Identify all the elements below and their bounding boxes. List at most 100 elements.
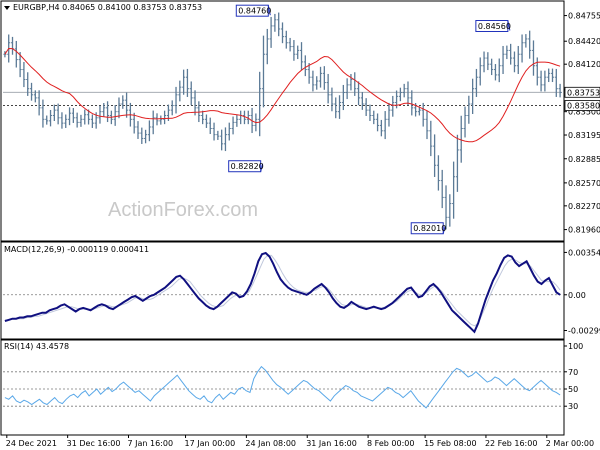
- annotation: 0.84560: [475, 20, 511, 33]
- price-bar: [121, 95, 125, 109]
- price-bar: [345, 78, 349, 100]
- price-bar: [547, 68, 551, 83]
- price-bar: [383, 111, 387, 140]
- price-bar: [239, 110, 243, 125]
- y-tick-label: 0.84755: [568, 12, 600, 21]
- rsi-header-text: RSI(14) 43.4578: [4, 342, 69, 351]
- rsi-y-tick-label: 50: [568, 385, 578, 394]
- price-bar: [535, 57, 539, 86]
- price-bar: [193, 90, 197, 116]
- price-bar: [341, 84, 345, 111]
- price-bar: [52, 104, 56, 122]
- price-bar: [189, 81, 193, 106]
- price-bar: [159, 115, 163, 125]
- price-bar: [265, 28, 269, 65]
- price-bar: [319, 66, 323, 88]
- macd-y-tick-label: 0.003548: [568, 248, 600, 257]
- price-bar: [429, 120, 433, 157]
- price-bar: [174, 86, 178, 114]
- price-layer: 0.84760 0.82820 0.84560 0.82010: [3, 4, 562, 235]
- price-bar: [406, 81, 410, 106]
- price-bar: [364, 98, 368, 116]
- price-bar: [98, 105, 102, 124]
- price-bar: [273, 13, 277, 32]
- macd-header-text: MACD(12,26,9) -0.000119 0.000411: [4, 245, 149, 254]
- price-bar: [455, 134, 459, 192]
- price-bar: [379, 119, 383, 137]
- x-tick-label: 8 Feb 00:00: [367, 439, 414, 448]
- price-bar: [440, 169, 444, 209]
- support-level-label: 0.83580: [567, 102, 600, 111]
- price-bar: [60, 112, 64, 129]
- y-tick-label: 0.84420: [568, 37, 600, 46]
- x-tick-label: 15 Feb 08:00: [424, 439, 476, 448]
- price-bar: [505, 45, 509, 60]
- price-bar: [448, 194, 452, 227]
- chart-canvas: ActionForex.com 0.847600.828200.845600.8…: [0, 0, 600, 448]
- price-bar: [554, 68, 558, 97]
- watermark: ActionForex.com: [108, 199, 258, 221]
- price-bar: [102, 103, 106, 117]
- x-tick-label: 24 Jan 08:00: [245, 439, 296, 448]
- price-bar: [471, 78, 475, 114]
- price-bar: [509, 43, 513, 65]
- price-bar: [558, 83, 562, 98]
- price-bar: [11, 36, 15, 55]
- price-bar: [288, 37, 292, 52]
- price-bar: [75, 112, 79, 128]
- price-bar: [528, 30, 532, 59]
- price-bar: [452, 161, 456, 219]
- price-bar: [410, 90, 414, 116]
- x-tick-label: 24 Dec 2021: [6, 439, 57, 448]
- y-tick-label: 0.84120: [568, 60, 600, 69]
- price-bar: [550, 68, 554, 83]
- price-bar: [357, 81, 361, 106]
- price-bar: [330, 87, 334, 112]
- price-bar: [223, 127, 227, 152]
- price-bar: [436, 155, 440, 191]
- price-bar: [520, 34, 524, 63]
- annotation: 0.82010: [410, 222, 446, 235]
- price-bar: [163, 110, 167, 125]
- price-bar: [49, 109, 53, 127]
- price-bar: [334, 97, 338, 119]
- price-bar: [185, 68, 189, 97]
- price-bar: [326, 73, 330, 104]
- price-bar: [292, 40, 296, 61]
- price-bar: [201, 110, 205, 125]
- price-bar: [322, 66, 326, 90]
- price-bar: [79, 114, 83, 127]
- price-bar: [311, 70, 315, 92]
- price-bar: [372, 110, 376, 125]
- price-bar: [524, 34, 528, 48]
- price-bar: [212, 122, 216, 141]
- x-tick-label: 31 Dec 16:00: [67, 439, 121, 448]
- price-bar: [269, 16, 273, 48]
- price-bar: [478, 57, 482, 86]
- price-bar: [493, 64, 497, 81]
- rsi-y-tick-label: 30: [568, 402, 578, 411]
- price-bar: [490, 58, 494, 76]
- price-bar: [376, 113, 380, 132]
- price-bar: [56, 103, 60, 125]
- price-bar: [83, 109, 87, 125]
- price-bar: [467, 95, 471, 124]
- annotation: 0.82820: [228, 160, 264, 173]
- price-bar: [151, 110, 155, 135]
- price-bar: [281, 22, 284, 44]
- price-bar: [486, 52, 490, 71]
- y-tick-label: 0.83195: [568, 131, 600, 140]
- price-bar: [22, 61, 26, 88]
- price-bar: [170, 100, 174, 116]
- y-tick-label: 0.82570: [568, 179, 600, 188]
- price-header: EURGBP,H4 0.84065 0.84100 0.83753 0.8375…: [4, 3, 202, 12]
- price-bar: [425, 111, 429, 140]
- price-bar: [512, 51, 516, 73]
- price-bar: [30, 82, 34, 101]
- price-bar: [368, 104, 372, 122]
- macd-layer: [3, 251, 562, 334]
- rsi-line: [4, 365, 561, 409]
- rsi-layer: [3, 365, 562, 409]
- price-bar: [482, 51, 486, 73]
- price-bar: [106, 101, 110, 123]
